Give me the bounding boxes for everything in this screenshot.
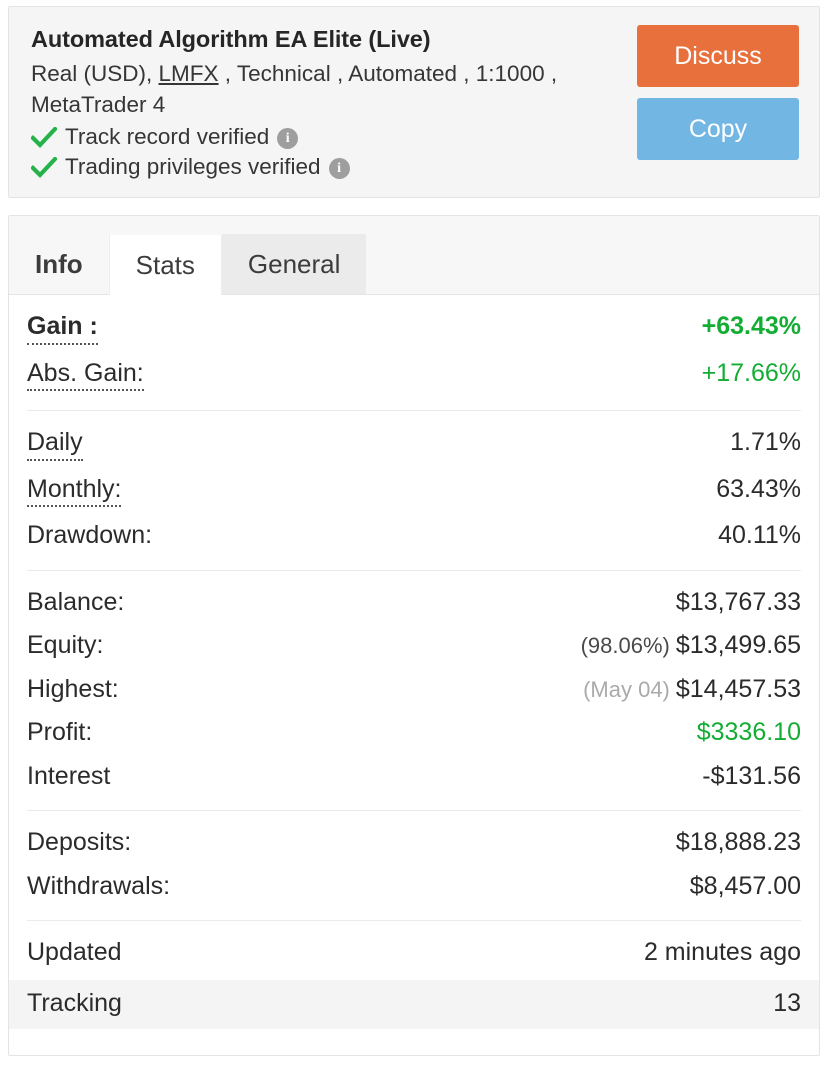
- stat-label-abs-gain[interactable]: Abs. Gain:: [27, 359, 144, 391]
- verification-label: Track record verified: [65, 124, 270, 150]
- table-row: Equity: (98.06%) $13,499.65: [27, 624, 801, 668]
- table-row-tracking: Tracking 13: [9, 980, 819, 1029]
- info-icon[interactable]: i: [328, 158, 350, 180]
- header-actions: Discuss Copy: [637, 25, 799, 160]
- stat-label-withdrawals: Withdrawals:: [27, 871, 171, 900]
- stat-label-highest: Highest:: [27, 674, 119, 703]
- stat-label-equity: Equity:: [27, 631, 104, 659]
- equity-percent-note: (98.06%): [580, 633, 670, 658]
- copy-button[interactable]: Copy: [637, 98, 799, 160]
- stats-group-gain: Gain : +63.43% Abs. Gain: +17.66%: [27, 295, 801, 410]
- page-root: Automated Algorithm EA Elite (Live) Real…: [0, 6, 828, 1072]
- stats-card: Info Stats General Gain : +63.43% Abs. G…: [8, 215, 820, 1056]
- table-row: Interest -$131.56: [27, 755, 801, 799]
- stat-value-updated: 2 minutes ago: [643, 938, 801, 966]
- stats-group-money: Balance: $13,767.33 Equity: (98.06%) $13,…: [27, 569, 801, 811]
- highest-amount: $14,457.53: [675, 674, 801, 703]
- account-header-card: Automated Algorithm EA Elite (Live) Real…: [8, 6, 820, 198]
- stat-value-highest: (May 04) $14,457.53: [583, 675, 801, 705]
- table-row: Gain : +63.43%: [27, 305, 801, 352]
- stat-label-tracking: Tracking: [27, 989, 122, 1017]
- stat-value-interest: -$131.56: [702, 761, 801, 790]
- tab-general[interactable]: General: [221, 234, 367, 294]
- stat-label-drawdown: Drawdown:: [27, 521, 153, 549]
- stat-value-deposits: $18,888.23: [675, 828, 801, 856]
- stats-body: Gain : +63.43% Abs. Gain: +17.66% Daily …: [9, 295, 819, 1029]
- discuss-button[interactable]: Discuss: [637, 25, 799, 87]
- stats-group-meta: Updated 2 minutes ago Tracking 13: [9, 920, 819, 1029]
- stat-label-deposits: Deposits:: [27, 828, 132, 856]
- tab-bar: Info Stats General: [9, 216, 819, 295]
- table-row: Profit: $3336.10: [27, 711, 801, 755]
- stat-value-daily: 1.71%: [730, 428, 801, 456]
- stat-value-drawdown: 40.11%: [718, 521, 801, 549]
- info-icon[interactable]: i: [277, 128, 299, 150]
- account-meta-prefix: Real (USD),: [31, 61, 159, 87]
- table-row: Withdrawals: $8,457.00: [27, 865, 801, 909]
- equity-amount: $13,499.65: [675, 631, 801, 659]
- stat-label-monthly[interactable]: Monthly:: [27, 475, 122, 507]
- broker-link[interactable]: LMFX: [159, 61, 219, 86]
- stat-value-withdrawals: $8,457.00: [689, 871, 801, 900]
- stat-label-balance: Balance:: [27, 587, 125, 616]
- table-row: Highest: (May 04) $14,457.53: [27, 668, 801, 712]
- stats-group-rates: Daily 1.71% Monthly: 63.43% Drawdown: 40…: [27, 410, 801, 570]
- stat-label-updated: Updated: [27, 938, 122, 966]
- stat-label-gain[interactable]: Gain :: [27, 312, 98, 345]
- page-title: Automated Algorithm EA Elite (Live): [31, 26, 431, 52]
- stats-group-flows: Deposits: $18,888.23 Withdrawals: $8,457…: [27, 810, 801, 920]
- account-meta: Real (USD), LMFX , Technical , Automated…: [31, 58, 641, 120]
- table-row: Deposits: $18,888.23: [27, 821, 801, 865]
- stat-value-abs-gain: +17.66%: [701, 358, 801, 387]
- stat-label-interest: Interest: [27, 761, 111, 790]
- verification-label: Trading privileges verified: [65, 154, 321, 180]
- stat-value-equity: (98.06%) $13,499.65: [581, 631, 801, 661]
- table-row: Balance: $13,767.33: [27, 581, 801, 625]
- table-row: Drawdown: 40.11%: [27, 514, 801, 558]
- stat-label-profit: Profit:: [27, 718, 93, 746]
- highest-date-note: (May 04): [583, 676, 670, 702]
- tab-stats[interactable]: Stats: [108, 235, 222, 295]
- tab-info[interactable]: Info: [9, 234, 109, 294]
- check-icon: [31, 156, 57, 179]
- stat-value-tracking: 13: [773, 989, 801, 1017]
- stat-value-gain: +63.43%: [701, 312, 801, 340]
- stat-value-balance: $13,767.33: [675, 587, 801, 616]
- table-row: Daily 1.71%: [27, 421, 801, 468]
- check-icon: [31, 126, 57, 149]
- stat-value-monthly: 63.43%: [716, 474, 801, 503]
- table-row: Updated 2 minutes ago: [27, 931, 801, 974]
- table-row: Monthly: 63.43%: [27, 468, 801, 515]
- stat-value-profit: $3336.10: [696, 718, 801, 746]
- table-row: Abs. Gain: +17.66%: [27, 352, 801, 399]
- stat-label-daily[interactable]: Daily: [27, 428, 83, 461]
